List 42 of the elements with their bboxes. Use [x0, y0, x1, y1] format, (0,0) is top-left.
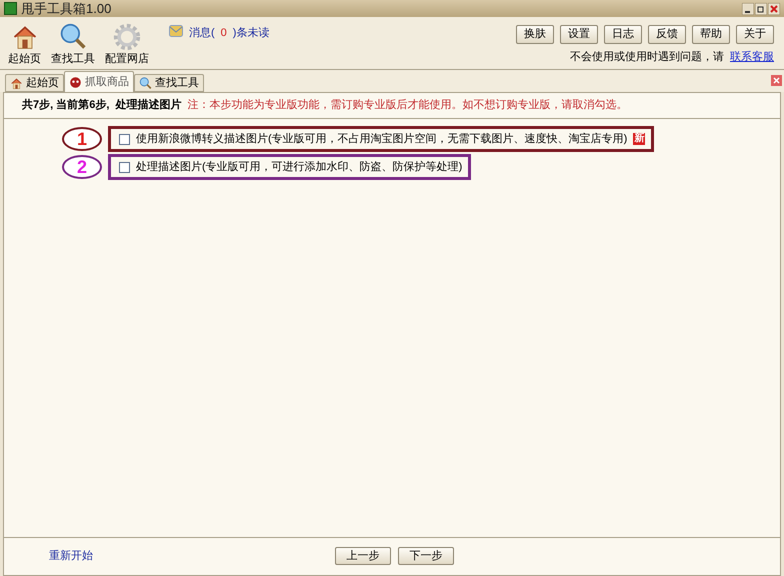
tab[interactable]: 查找工具	[134, 74, 204, 92]
contact-support-link[interactable]: 联系客服	[730, 49, 774, 66]
gear-icon	[113, 23, 141, 51]
restore-icon[interactable]	[755, 2, 767, 14]
app-logo-icon	[4, 2, 17, 15]
search-icon	[139, 76, 152, 90]
step-button[interactable]: 上一步	[335, 547, 391, 565]
option-label: 处理描述图片(专业版可用，可进行添加水印、防盗、防保护等处理)	[136, 160, 462, 175]
search-icon	[59, 23, 87, 51]
message-label[interactable]: 消息(	[189, 27, 215, 39]
house-icon	[10, 76, 23, 90]
close-icon[interactable]	[768, 2, 780, 14]
tab[interactable]: 起始页	[5, 74, 64, 92]
bug-icon	[69, 76, 82, 88]
option-label: 使用新浪微博转义描述图片(专业版可用，不占用淘宝图片空间，无需下载图片、速度快、淘宝店专用)	[136, 132, 628, 147]
restart-link[interactable]: 重新开始	[49, 548, 93, 565]
tab[interactable]: 抓取商品	[64, 71, 134, 92]
callout-bubble: 2	[62, 155, 102, 179]
new-badge: 新	[633, 133, 646, 145]
message-label[interactable]: )条未读	[232, 27, 270, 39]
toolbar-button[interactable]: 起始页	[6, 23, 43, 65]
toolbar-button[interactable]: 反馈	[648, 25, 686, 44]
step-title: 处理描述图片	[115, 98, 182, 114]
toolbar-button[interactable]: 配置网店	[103, 23, 151, 65]
note-text: 注：本步功能为专业版功能，需订购专业版后才能使用。如不想订购专业版，请取消勾选。	[187, 98, 628, 114]
toolbar-button[interactable]: 关于	[736, 25, 774, 44]
toolbar-button[interactable]: 设置	[560, 25, 598, 44]
minimize-icon[interactable]	[742, 2, 754, 14]
toolbar-button[interactable]: 换肤	[516, 25, 554, 44]
checkbox[interactable]	[119, 134, 130, 144]
toolbar-button[interactable]: 查找工具	[49, 23, 97, 65]
help-text: 不会使用或使用时遇到问题，请	[570, 50, 724, 65]
step-button[interactable]: 下一步	[398, 547, 454, 565]
unread-count: 0	[220, 27, 228, 39]
window-title: 甩手工具箱1.00	[21, 2, 112, 15]
toolbar-button[interactable]: 日志	[604, 25, 642, 44]
checkbox[interactable]	[119, 162, 130, 172]
close-icon[interactable]	[771, 75, 782, 86]
toolbar-button[interactable]: 帮助	[692, 25, 730, 44]
envelope-icon	[169, 25, 183, 37]
callout-bubble: 1	[62, 127, 102, 151]
step-text: 共7步, 当前第6步,	[22, 98, 110, 114]
